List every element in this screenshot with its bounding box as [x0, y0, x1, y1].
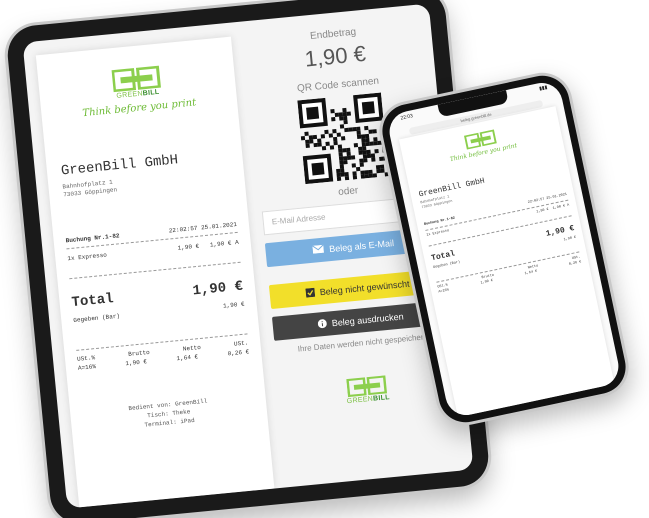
receipt-panel: GREENBILL Think before you print GreenBi…: [35, 36, 275, 508]
vat-cell: 1,90 €: [125, 358, 148, 368]
receipt-total-label: Total: [70, 291, 115, 312]
vat-cell: 1,64 €: [524, 269, 538, 277]
vat-cell: 1,90 €: [480, 279, 494, 286]
receipt-item-price: 1,90 €: [177, 242, 200, 252]
phone-time: 22:03: [400, 113, 414, 122]
phone-paid-amount: 1,90 €: [563, 235, 577, 243]
receipt-divider: [69, 261, 241, 280]
receipt-total-amount: 1,90 €: [191, 278, 244, 300]
vat-cell: 1,64 €: [176, 353, 199, 363]
checkbox-icon: [305, 287, 316, 299]
receipt-item-name: 1x Expresso: [67, 251, 108, 263]
receipt-item-total: 1,90 €: [209, 239, 232, 249]
logo-text-green: GREEN: [346, 395, 374, 406]
email-receipt-label: Beleg als E-Mail: [328, 237, 395, 255]
receipt-item-row: 1x Expresso 1,90 € 1,90 € A: [67, 239, 239, 262]
phone-item-total: 1,90 € A: [552, 203, 570, 211]
mail-icon: [312, 244, 325, 256]
vat-cell: A=16%: [438, 288, 450, 295]
marketing-mockup: GREENBILL Think before you print GreenBi…: [0, 0, 649, 518]
no-receipt-label: Beleg nicht gewünscht: [319, 278, 410, 298]
receipt-footer: Bedient von: GreenBill Tisch: Theke Term…: [70, 391, 268, 437]
logo-text-green: GREEN: [116, 90, 144, 100]
print-receipt-label: Beleg ausdrucken: [331, 311, 405, 329]
logo-text-bold: BILL: [142, 88, 160, 98]
receipt-paid-label: Gegeben (Bar): [73, 312, 121, 325]
greenbill-logo-icon: [111, 65, 162, 93]
signal-icon: ▮▮▮: [538, 84, 548, 93]
phone-receipt: Think before you print GreenBill GmbH Ba…: [398, 106, 615, 418]
logo-text-bold: BILL: [372, 394, 391, 403]
receipt-paid-amount: 1,90 €: [222, 300, 245, 310]
receipt-item-tax-code: A: [234, 238, 239, 247]
phone-item-name: 1x Expresso: [426, 229, 450, 238]
vat-cell: A=16%: [77, 363, 97, 372]
qr-code[interactable]: [297, 92, 389, 185]
receipt-booking-label: Buchung Nr.1-82: [65, 232, 120, 245]
vat-cell: 0,26 €: [227, 348, 250, 358]
vat-cell: 0,26 €: [568, 260, 582, 267]
info-icon: [317, 318, 327, 330]
phone-item-price: 1,90 €: [536, 207, 550, 215]
